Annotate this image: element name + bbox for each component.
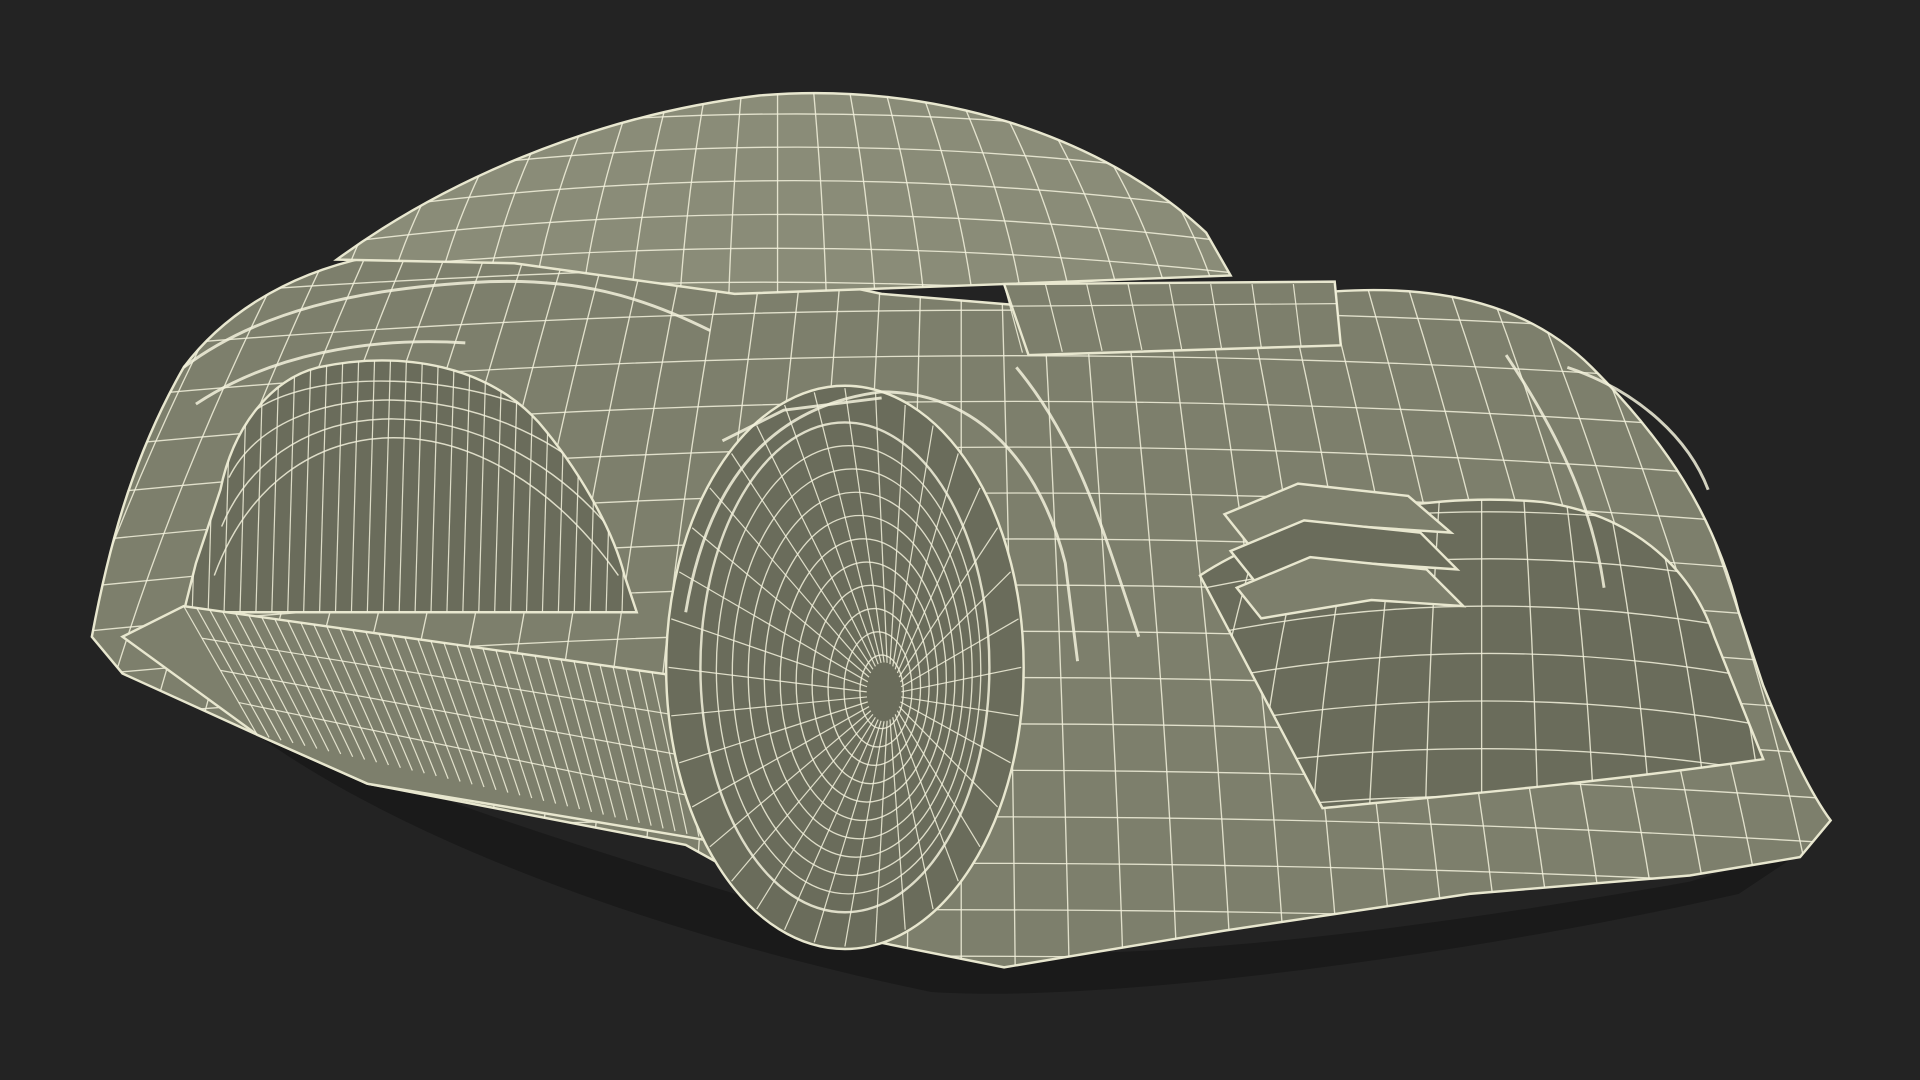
top-vent: [1002, 280, 1343, 357]
wireframe-render: [0, 0, 1920, 1080]
wheel: [664, 384, 1025, 951]
render-viewport[interactable]: [0, 0, 1920, 1080]
